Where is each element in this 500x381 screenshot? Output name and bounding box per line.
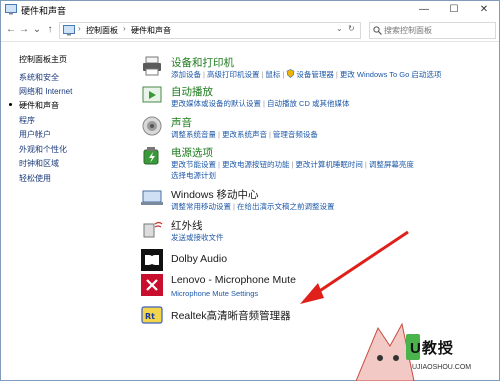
mic-mute-icon xyxy=(141,274,163,296)
link-microphone-mute-settings[interactable]: Microphone Mute Settings xyxy=(171,289,258,298)
forward-button[interactable]: → xyxy=(18,22,30,38)
link-windows-to-go[interactable]: 更改 Windows To Go 启动选项 xyxy=(340,70,442,79)
link-audio-devices[interactable]: 管理音频设备 xyxy=(273,130,318,139)
sidebar-item-user-accounts[interactable]: 用户帐户 xyxy=(19,129,51,140)
recent-locations-dropdown[interactable]: ⌄ xyxy=(31,22,43,38)
search-icon xyxy=(373,26,382,35)
category-links: 添加设备 | 高级打印机设置 | 鼠标 | 设备管理器 | 更改 Windows To Go 启… xyxy=(171,69,442,79)
sidebar-item-system-security[interactable]: 系统和安全 xyxy=(19,72,59,83)
up-button[interactable]: ↑ xyxy=(44,22,56,38)
sidebar-item-ease-of-access[interactable]: 轻松使用 xyxy=(19,173,51,184)
uac-shield-icon xyxy=(287,69,295,78)
sidebar-item-clock-region[interactable]: 时钟和区域 xyxy=(19,158,59,169)
link-advanced-printer[interactable]: 高级打印机设置 xyxy=(207,70,260,79)
search-box[interactable] xyxy=(369,22,496,39)
category-title[interactable]: 自动播放 xyxy=(171,84,213,99)
speaker-icon xyxy=(142,116,162,136)
control-panel-icon xyxy=(63,25,75,36)
sidebar: 控制面板主页 系统和安全 网络和 Internet 硬件和声音 程序 用户帐户 … xyxy=(1,42,121,380)
breadcrumb-control-panel[interactable]: 控制面板 xyxy=(86,25,118,36)
link-power-plan[interactable]: 选择电源计划 xyxy=(171,170,414,181)
back-button[interactable]: ← xyxy=(5,22,17,38)
maximize-button[interactable]: ☐ xyxy=(439,1,469,19)
link-add-device[interactable]: 添加设备 xyxy=(171,70,201,79)
category-links: 发送或接收文件 xyxy=(171,232,224,243)
close-button[interactable]: ✕ xyxy=(469,1,499,19)
breadcrumb[interactable]: › 控制面板 › 硬件和声音 ⌄ ↻ xyxy=(59,22,361,39)
search-input[interactable] xyxy=(384,23,489,38)
category-title[interactable]: 电源选项 xyxy=(171,145,213,160)
current-page-bullet-icon xyxy=(9,103,12,106)
category-links: Microphone Mute Settings xyxy=(171,288,258,299)
sidebar-item-network[interactable]: 网络和 Internet xyxy=(19,86,72,97)
breadcrumb-separator: › xyxy=(78,24,81,33)
category-title[interactable]: 设备和打印机 xyxy=(171,55,234,70)
infrared-icon xyxy=(143,221,163,238)
category-title[interactable]: 红外线 xyxy=(171,218,203,233)
breadcrumb-hardware-sound[interactable]: 硬件和声音 xyxy=(131,25,171,36)
category-title[interactable]: Lenovo - Microphone Mute xyxy=(171,274,296,286)
category-title[interactable]: Windows 移动中心 xyxy=(171,187,259,202)
title-bar: 硬件和声音 — ☐ ✕ xyxy=(1,1,499,20)
watermark-text: U教授 xyxy=(410,340,454,357)
link-power-saving[interactable]: 更改节能设置 xyxy=(171,160,216,169)
control-panel-icon xyxy=(5,4,17,15)
realtek-icon: Rt xyxy=(141,306,163,324)
category-links: 更改媒体或设备的默认设置 | 自动播放 CD 或其他媒体 xyxy=(171,99,350,108)
link-adjust-volume[interactable]: 调整系统音量 xyxy=(171,130,216,139)
category-links: 更改节能设置 | 更改电源按钮的功能 | 更改计算机睡眠时间 | 调整屏幕亮度 选择电源计划 xyxy=(171,160,414,181)
link-screen-brightness[interactable]: 调整屏幕亮度 xyxy=(369,160,414,169)
breadcrumb-separator: › xyxy=(123,24,126,33)
sidebar-item-appearance[interactable]: 外观和个性化 xyxy=(19,144,67,155)
link-sleep-time[interactable]: 更改计算机睡眠时间 xyxy=(295,160,363,169)
dolby-icon xyxy=(141,249,163,271)
link-presentation-settings[interactable]: 在给出演示文稿之前调整设置 xyxy=(237,202,335,211)
battery-icon xyxy=(143,147,159,165)
link-autoplay-cd[interactable]: 自动播放 CD 或其他媒体 xyxy=(267,99,350,108)
link-mobility-settings[interactable]: 调整常用移动设置 xyxy=(171,202,231,211)
autoplay-icon xyxy=(142,86,162,103)
category-title[interactable]: Realtek高清晰音频管理器 xyxy=(171,308,291,323)
category-title[interactable]: Dolby Audio xyxy=(171,253,227,265)
link-device-manager[interactable]: 设备管理器 xyxy=(296,70,334,79)
watermark-url: UJIAOSHOU.COM xyxy=(412,364,472,371)
svg-text:Rt: Rt xyxy=(145,312,155,321)
address-bar: ← → ⌄ ↑ › 控制面板 › 硬件和声音 ⌄ ↻ xyxy=(1,19,499,42)
link-send-receive-files[interactable]: 发送或接收文件 xyxy=(171,233,224,242)
sidebar-item-hardware-sound[interactable]: 硬件和声音 xyxy=(19,100,59,111)
sidebar-home-link[interactable]: 控制面板主页 xyxy=(19,54,67,65)
refresh-icon[interactable]: ↻ xyxy=(348,24,355,33)
minimize-button[interactable]: — xyxy=(409,1,439,19)
link-power-button[interactable]: 更改电源按钮的功能 xyxy=(222,160,290,169)
category-links: 调整系统音量 | 更改系统声音 | 管理音频设备 xyxy=(171,130,318,139)
link-system-sounds[interactable]: 更改系统声音 xyxy=(222,130,267,139)
printer-icon xyxy=(143,56,161,76)
sidebar-item-programs[interactable]: 程序 xyxy=(19,115,35,126)
mobility-center-icon xyxy=(141,190,163,205)
category-links: 调整常用移动设置 | 在给出演示文稿之前调整设置 xyxy=(171,202,335,211)
link-default-media-settings[interactable]: 更改媒体或设备的默认设置 xyxy=(171,99,261,108)
category-title[interactable]: 声音 xyxy=(171,115,192,130)
address-dropdown-icon[interactable]: ⌄ xyxy=(336,24,343,33)
window-title: 硬件和声音 xyxy=(21,6,67,16)
link-mouse[interactable]: 鼠标 xyxy=(265,70,280,79)
